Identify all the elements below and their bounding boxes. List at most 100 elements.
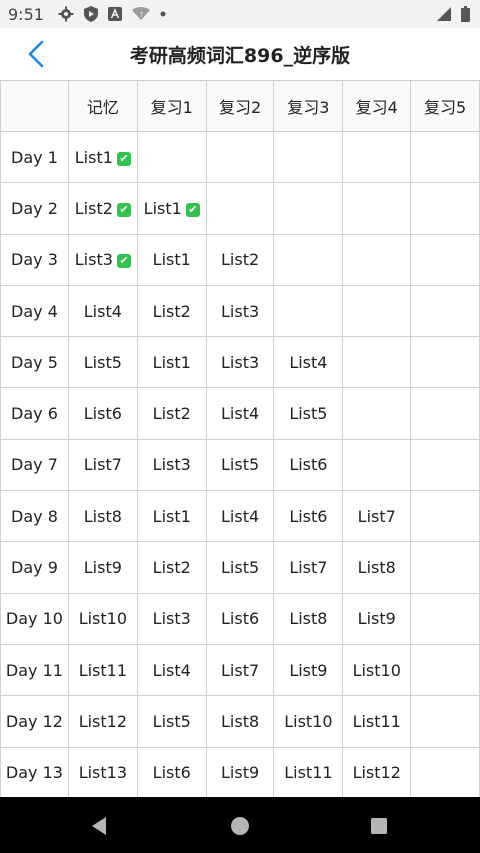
schedule-cell[interactable]: List6 — [205, 592, 275, 645]
schedule-cell — [273, 130, 344, 184]
schedule-cell[interactable]: List12 — [67, 695, 138, 748]
settings-gear-icon — [58, 6, 74, 22]
schedule-cell[interactable]: List6 — [273, 490, 344, 543]
schedule-cell[interactable]: List9 — [67, 541, 138, 594]
schedule-cell[interactable]: List7 — [205, 643, 275, 697]
schedule-cell[interactable]: List1 — [136, 336, 207, 389]
schedule-cell[interactable]: List7 — [67, 438, 138, 492]
schedule-cell[interactable]: List5 — [136, 695, 207, 748]
list-label: List13 — [78, 763, 128, 783]
list-label: List4 — [83, 301, 122, 321]
table-row: Day 10 List10 List3 List6 List8 List9 — [0, 592, 480, 645]
column-header: 复习2 — [205, 80, 275, 132]
schedule-cell[interactable]: List1 — [136, 490, 207, 543]
schedule-cell — [205, 130, 275, 184]
schedule-cell[interactable]: List3 — [205, 336, 275, 389]
schedule-cell[interactable]: List10 — [342, 643, 412, 697]
schedule-cell — [342, 130, 412, 184]
list-label: List8 — [357, 558, 396, 578]
schedule-cell — [410, 182, 480, 235]
schedule-cell[interactable]: List2 — [205, 233, 275, 286]
schedule-cell[interactable]: List4 — [273, 336, 344, 389]
schedule-cell[interactable]: List4 — [205, 387, 275, 440]
table-row: Day 12 List12 List5 List8 List10 List11 — [0, 695, 480, 748]
shield-play-icon — [83, 6, 98, 22]
nav-recents-icon[interactable] — [368, 815, 390, 837]
schedule-cell[interactable]: List3 — [136, 438, 207, 492]
nav-back-icon[interactable] — [88, 815, 110, 837]
schedule-cell[interactable]: List3 — [136, 592, 207, 645]
list-label: List2 — [152, 301, 191, 321]
schedule-cell[interactable]: List11 — [273, 746, 344, 797]
text-a-icon — [107, 7, 122, 21]
schedule-cell[interactable]: List1 — [136, 233, 207, 286]
status-bar: 9:51 ? — [0, 0, 480, 28]
schedule-cell[interactable]: List10 — [273, 695, 344, 748]
schedule-cell[interactable]: List2 ✔ — [67, 182, 138, 235]
list-label: List10 — [352, 660, 401, 680]
schedule-cell[interactable]: List11 — [67, 643, 138, 697]
schedule-cell[interactable]: List11 — [342, 695, 412, 748]
schedule-cell[interactable]: List3 — [205, 284, 275, 338]
table-row: Day 9 List9 List2 List5 List7 List8 — [0, 541, 480, 594]
schedule-cell[interactable]: List8 — [67, 490, 138, 543]
list-label: List6 — [152, 763, 191, 783]
list-label: List3 — [152, 455, 191, 475]
schedule-cell — [205, 182, 275, 235]
review-schedule-grid[interactable]: 记忆 复习1 复习2 复习3 复习4 复习5 Day 1 List1 ✔ Day 2 List2 ✔… — [0, 80, 480, 797]
schedule-cell[interactable]: List13 — [67, 746, 138, 797]
day-label: Day 9 — [0, 541, 69, 594]
column-header: 复习3 — [273, 80, 344, 132]
schedule-cell[interactable]: List8 — [205, 695, 275, 748]
schedule-cell[interactable]: List6 — [67, 387, 138, 440]
schedule-cell[interactable]: List5 — [67, 336, 138, 389]
schedule-cell[interactable]: List9 — [205, 746, 275, 797]
schedule-cell — [273, 284, 344, 338]
schedule-cell[interactable]: List9 — [273, 643, 344, 697]
day-label: Day 7 — [0, 438, 69, 492]
list-label: List6 — [289, 455, 328, 475]
day-label: Day 13 — [0, 746, 69, 797]
schedule-cell[interactable]: List8 — [273, 592, 344, 645]
list-label: List6 — [83, 404, 122, 424]
schedule-cell[interactable]: List2 — [136, 387, 207, 440]
list-label: List10 — [284, 711, 333, 731]
table-row: Day 11 List11 List4 List7 List9 List10 — [0, 643, 480, 697]
schedule-cell[interactable]: List4 — [205, 490, 275, 543]
schedule-cell[interactable]: List4 — [136, 643, 207, 697]
schedule-cell[interactable]: List10 — [67, 592, 138, 645]
list-label: List4 — [152, 660, 191, 680]
list-label: List6 — [221, 609, 260, 629]
schedule-cell[interactable]: List6 — [273, 438, 344, 492]
status-time: 9:51 — [8, 4, 44, 24]
schedule-cell[interactable]: List9 — [342, 592, 412, 645]
svg-text:?: ? — [140, 11, 144, 19]
status-left-icons: ? — [58, 6, 166, 22]
signal-icon — [437, 7, 451, 21]
schedule-cell[interactable]: List12 — [342, 746, 412, 797]
list-label: List2 — [152, 404, 191, 424]
schedule-cell[interactable]: List3 ✔ — [67, 233, 138, 286]
schedule-cell[interactable]: List1 ✔ — [67, 130, 138, 184]
schedule-cell — [342, 284, 412, 338]
table-row: Day 2 List2 ✔ List1 ✔ — [0, 182, 480, 235]
schedule-cell[interactable]: List5 — [273, 387, 344, 440]
list-label: List10 — [78, 609, 128, 629]
schedule-cell[interactable]: List2 — [136, 541, 207, 594]
list-label: List11 — [284, 763, 333, 783]
schedule-cell[interactable]: List2 — [136, 284, 207, 338]
back-chevron-icon[interactable] — [22, 38, 52, 70]
schedule-cell[interactable]: List5 — [205, 541, 275, 594]
list-label: List3 — [221, 301, 260, 321]
list-label: List3 — [221, 352, 260, 372]
schedule-cell[interactable]: List8 — [342, 541, 412, 594]
schedule-cell[interactable]: List7 — [342, 490, 412, 543]
schedule-cell — [342, 438, 412, 492]
schedule-cell[interactable]: List1 ✔ — [136, 182, 207, 235]
schedule-cell[interactable]: List5 — [205, 438, 275, 492]
schedule-cell[interactable]: List4 — [67, 284, 138, 338]
schedule-cell[interactable]: List6 — [136, 746, 207, 797]
nav-home-icon[interactable] — [229, 815, 251, 837]
title-bar: 考研高频词汇896_逆序版 — [0, 28, 480, 80]
schedule-cell[interactable]: List7 — [273, 541, 344, 594]
